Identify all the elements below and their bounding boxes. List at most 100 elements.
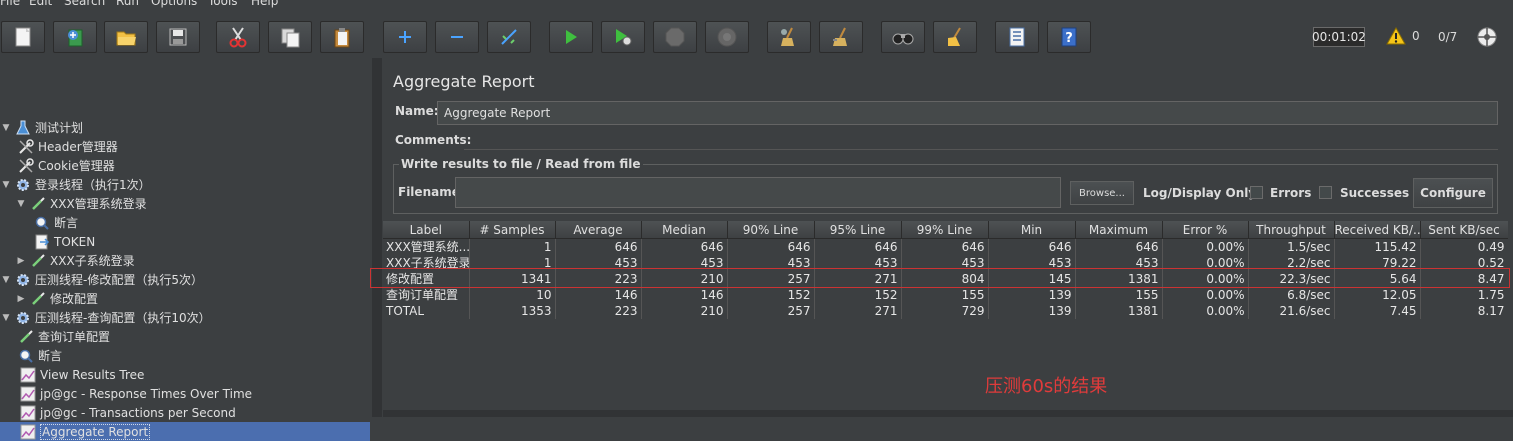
menu-run[interactable]: Run xyxy=(116,0,139,8)
open-button[interactable] xyxy=(104,21,148,53)
column-header[interactable]: Maximum xyxy=(1075,221,1163,239)
stop-button[interactable] xyxy=(653,21,697,53)
comments-field[interactable] xyxy=(464,131,1498,150)
expand-button[interactable] xyxy=(383,21,427,53)
table-cell: 12.05 xyxy=(1334,287,1421,303)
warning-indicator[interactable]: 0 xyxy=(1386,27,1420,45)
split-pane-divider[interactable] xyxy=(372,58,382,417)
tree-node[interactable]: jp@gc - Transactions per Second xyxy=(20,403,236,422)
remote-status[interactable] xyxy=(1476,26,1498,51)
templates-button[interactable] xyxy=(53,21,97,53)
column-header[interactable]: # Samples xyxy=(469,221,556,239)
column-header[interactable]: Throughput xyxy=(1248,221,1335,239)
menu-help[interactable]: Help xyxy=(251,0,278,8)
shutdown-button[interactable] xyxy=(705,21,749,53)
browse-button[interactable]: Browse... xyxy=(1070,181,1134,205)
configure-button[interactable]: Configure xyxy=(1413,178,1493,208)
tree-node[interactable]: 断言 xyxy=(18,346,62,365)
collapse-toggle-icon[interactable]: ▼ xyxy=(1,180,11,190)
name-field[interactable]: Aggregate Report xyxy=(437,101,1498,125)
column-header[interactable]: 99% Line xyxy=(901,221,989,239)
chart-icon xyxy=(20,405,36,421)
tree-node[interactable]: ▼ 压测线程-查询配置（执行10次） xyxy=(1,308,211,327)
tree-node[interactable]: Header管理器 xyxy=(18,137,118,156)
copy-button[interactable] xyxy=(268,21,312,53)
table-cell: 6.8/sec xyxy=(1248,287,1335,303)
wrench-icon xyxy=(18,157,34,174)
table-row[interactable]: XXX子系统登录 1 453 453 453 453 453 453 453 0.00% 2.2/s… xyxy=(383,255,1508,271)
tree-node[interactable]: ▼ 压测线程-修改配置（执行5次） xyxy=(1,270,203,289)
table-row[interactable]: TOTAL 1353 223 210 257 271 729 139 1381 0.00% 21.6… xyxy=(383,303,1508,319)
collapse-toggle-icon[interactable]: ▼ xyxy=(1,275,11,285)
table-cell: 453 xyxy=(901,255,989,271)
column-header[interactable]: Min xyxy=(988,221,1076,239)
pipette-icon xyxy=(30,291,46,307)
paste-button[interactable] xyxy=(320,21,364,53)
collapse-button[interactable] xyxy=(435,21,479,53)
reset-search-button[interactable] xyxy=(933,21,977,53)
start-no-pause-button[interactable] xyxy=(601,21,645,53)
column-header[interactable]: Sent KB/sec xyxy=(1420,221,1508,239)
table-cell: 271 xyxy=(814,303,902,319)
collapse-toggle-icon[interactable]: ▼ xyxy=(1,123,11,133)
column-header[interactable]: Median xyxy=(641,221,728,239)
new-plan-button[interactable] xyxy=(1,21,45,53)
test-plan-tree[interactable]: ▼ 测试计划 Header管理器 Cookie管理器 ▼ 登录线程（执行1次） ▼ XXX管理… xyxy=(0,58,372,441)
table-row[interactable]: XXX管理系统... 1 646 646 646 646 646 646 646 0.00% 1.5… xyxy=(383,238,1508,255)
column-header[interactable]: 90% Line xyxy=(727,221,815,239)
start-button[interactable] xyxy=(549,21,593,53)
tree-node[interactable]: ▶ 修改配置 xyxy=(16,289,98,308)
tree-node[interactable]: TOKEN xyxy=(34,232,95,251)
menu-search[interactable]: Search xyxy=(64,0,105,8)
errors-checkbox[interactable] xyxy=(1250,186,1263,199)
table-row[interactable]: 查询订单配置 10 146 146 152 152 155 139 155 0.00% 6.8/se… xyxy=(383,287,1508,303)
tree-node[interactable]: View Results Tree xyxy=(20,365,144,384)
tree-node[interactable]: ▼ XXX管理系统登录 xyxy=(16,194,147,213)
tree-node[interactable]: Aggregate Report xyxy=(0,422,370,441)
table-cell: 139 xyxy=(988,287,1076,303)
table-cell: 查询订单配置 xyxy=(383,287,470,303)
filename-field[interactable] xyxy=(455,177,1061,208)
tree-node[interactable]: jp@gc - Response Times Over Time xyxy=(20,384,252,403)
expand-toggle-icon[interactable]: ▶ xyxy=(16,294,26,304)
column-header[interactable]: Received KB/... xyxy=(1334,221,1421,239)
tree-node[interactable]: 查询订单配置 xyxy=(18,327,110,346)
save-button[interactable] xyxy=(156,21,200,53)
menu-file[interactable]: File xyxy=(0,0,20,8)
table-cell: 223 xyxy=(555,303,642,319)
function-helper-button[interactable] xyxy=(995,21,1039,53)
table-cell: 155 xyxy=(901,287,989,303)
column-header[interactable]: Label xyxy=(383,221,470,239)
menu-edit[interactable]: Edit xyxy=(29,0,52,8)
wand-icon xyxy=(501,29,517,45)
tree-node[interactable]: ▶ XXX子系统登录 xyxy=(16,251,135,270)
table-cell: 1381 xyxy=(1075,271,1163,287)
clear-all-button[interactable] xyxy=(819,21,863,53)
cut-button[interactable] xyxy=(216,21,260,53)
column-header[interactable]: Error % xyxy=(1162,221,1249,239)
collapse-toggle-icon[interactable]: ▼ xyxy=(16,199,26,209)
successes-checkbox[interactable] xyxy=(1319,186,1332,199)
menu-options[interactable]: Options xyxy=(151,0,197,8)
clear-button[interactable] xyxy=(767,21,811,53)
collapse-toggle-icon[interactable]: ▼ xyxy=(1,313,11,323)
expand-toggle-icon[interactable]: ▶ xyxy=(16,256,26,266)
broom-gear-icon xyxy=(781,27,794,46)
table-row[interactable]: 修改配置 1341 223 210 257 271 804 145 1381 0.00% 22.3/… xyxy=(383,271,1508,287)
tree-node[interactable]: ▼ 登录线程（执行1次） xyxy=(1,175,151,194)
tree-node[interactable]: ▼ 测试计划 xyxy=(1,118,83,137)
tree-node[interactable]: 断言 xyxy=(34,213,78,232)
errors-label: Errors xyxy=(1270,186,1312,200)
column-header[interactable]: Average xyxy=(555,221,642,239)
search-button[interactable] xyxy=(881,21,925,53)
tree-node-label: 测试计划 xyxy=(35,121,84,135)
table-cell: 257 xyxy=(727,271,815,287)
help-button[interactable]: ? xyxy=(1047,21,1091,53)
horizontal-scrollbar[interactable] xyxy=(383,410,1513,417)
results-table[interactable]: Label # Samples Average Median 90% Line 95% L… xyxy=(383,221,1508,417)
toggle-button[interactable] xyxy=(487,21,531,53)
column-header[interactable]: 95% Line xyxy=(814,221,902,239)
menu-tools[interactable]: Tools xyxy=(208,0,238,8)
tree-node[interactable]: Cookie管理器 xyxy=(18,156,115,175)
tree-node-label: 登录线程（执行1次） xyxy=(35,178,151,192)
